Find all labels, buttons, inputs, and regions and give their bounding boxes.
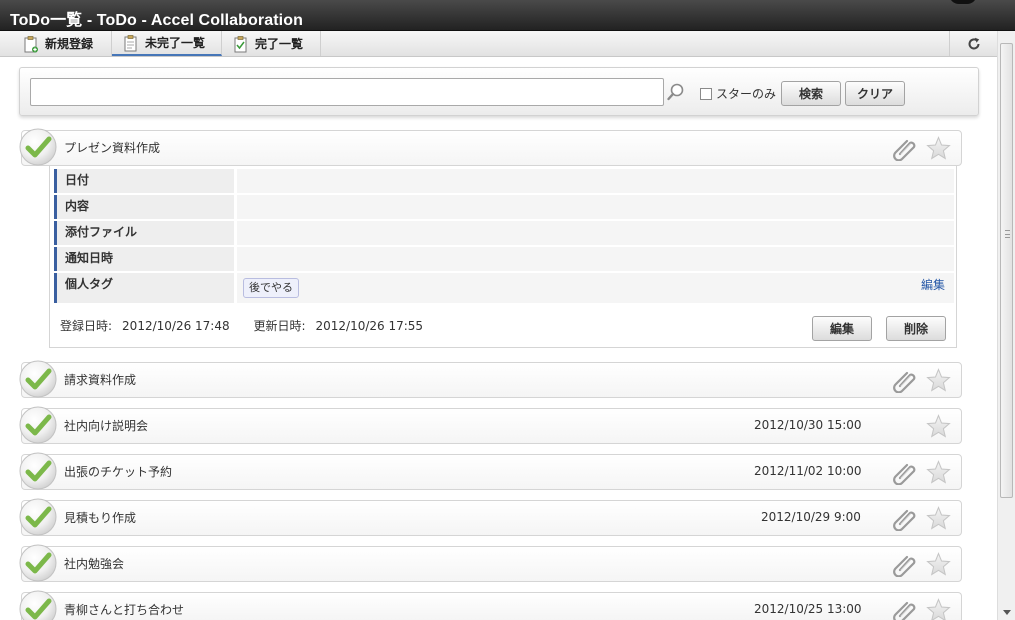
detail-row-date: 日付 xyxy=(54,169,954,193)
detail-value xyxy=(237,169,954,193)
tag-edit-link[interactable]: 編集 xyxy=(921,276,945,293)
created-value: 2012/10/26 17:48 xyxy=(122,319,230,333)
tab-complete[interactable]: 完了一覧 xyxy=(222,31,321,56)
complete-check-icon[interactable] xyxy=(18,497,58,537)
updated-label: 更新日時: xyxy=(253,319,306,333)
delete-button[interactable]: 削除 xyxy=(886,316,946,341)
detail-row-notify: 通知日時 xyxy=(54,247,954,271)
tab-label: 完了一覧 xyxy=(255,37,304,51)
complete-check-icon[interactable] xyxy=(18,543,58,583)
star-only-label: スターのみ xyxy=(716,87,777,101)
created-at: 登録日時: 2012/10/26 17:48 xyxy=(60,319,240,333)
complete-check-icon[interactable] xyxy=(18,359,58,399)
detail-label: 日付 xyxy=(54,169,234,193)
star-icon[interactable] xyxy=(926,506,951,531)
tab-bar: 新規登録 未完了一覧 完了一覧 xyxy=(0,31,997,57)
clipboard-plus-icon xyxy=(24,35,38,52)
tab-label: 新規登録 xyxy=(45,37,94,51)
window-title: ToDo一覧 - ToDo - Accel Collaboration xyxy=(10,12,303,29)
detail-row-attachment: 添付ファイル xyxy=(54,221,954,245)
timestamps: 登録日時: 2012/10/26 17:48 更新日時: 2012/10/26 17… xyxy=(60,317,443,334)
vertical-scrollbar[interactable] xyxy=(997,31,1015,620)
detail-row-content: 内容 xyxy=(54,195,954,219)
tab-label: 未完了一覧 xyxy=(145,36,206,50)
search-button[interactable]: 検索 xyxy=(781,81,841,106)
detail-label: 個人タグ xyxy=(54,273,234,303)
window-corner xyxy=(949,0,977,4)
clipboard-check-icon xyxy=(234,35,247,52)
todo-title[interactable]: 青柳さんと打ち合わせ xyxy=(64,601,184,618)
clear-button[interactable]: クリア xyxy=(845,81,905,106)
updated-at: 更新日時: 2012/10/26 17:55 xyxy=(253,319,433,333)
updated-value: 2012/10/26 17:55 xyxy=(315,319,424,333)
detail-label: 内容 xyxy=(54,195,234,219)
todo-title[interactable]: 見積もり作成 xyxy=(64,509,136,526)
detail-tags-value: 後でやる 編集 xyxy=(237,273,954,303)
todo-item[interactable]: 出張のチケット予約 2012/11/02 10:00 xyxy=(21,454,962,490)
edit-button[interactable]: 編集 xyxy=(812,316,872,341)
star-only-checkbox[interactable] xyxy=(700,87,712,100)
star-only-filter[interactable]: スターのみ xyxy=(700,85,776,102)
todo-date: 2012/10/25 13:00 xyxy=(754,602,862,616)
attachment-clip-icon[interactable] xyxy=(893,369,917,393)
todo-title[interactable]: 社内勉強会 xyxy=(64,555,124,572)
todo-date: 2012/11/02 10:00 xyxy=(754,464,862,478)
detail-value xyxy=(237,247,954,271)
refresh-icon xyxy=(968,37,979,49)
todo-item[interactable]: プレゼン資料作成 xyxy=(21,130,962,166)
clipboard-icon xyxy=(124,34,137,51)
attachment-clip-icon[interactable] xyxy=(893,461,917,485)
todo-item[interactable]: 青柳さんと打ち合わせ 2012/10/25 13:00 xyxy=(21,592,962,620)
personal-tag[interactable]: 後でやる xyxy=(243,278,299,298)
star-icon[interactable] xyxy=(926,136,951,161)
complete-check-icon[interactable] xyxy=(18,451,58,491)
todo-date: 2012/10/30 15:00 xyxy=(754,418,862,432)
todo-item[interactable]: 社内向け説明会 2012/10/30 15:00 xyxy=(21,408,962,444)
todo-detail-panel: 日付 内容 添付ファイル 通知日時 個人タグ 後でやる 編集 登録日時: 2012… xyxy=(49,166,957,348)
scroll-down-icon[interactable] xyxy=(1003,610,1011,615)
search-panel: スターのみ 検索 クリア xyxy=(19,67,979,116)
todo-title[interactable]: 出張のチケット予約 xyxy=(64,463,172,480)
star-icon[interactable] xyxy=(926,598,951,620)
detail-value xyxy=(237,221,954,245)
title-bar: ToDo一覧 - ToDo - Accel Collaboration xyxy=(0,0,1015,31)
todo-title[interactable]: 社内向け説明会 xyxy=(64,417,148,434)
todo-title[interactable]: プレゼン資料作成 xyxy=(64,139,160,156)
star-icon[interactable] xyxy=(926,552,951,577)
attachment-clip-icon[interactable] xyxy=(893,599,917,620)
todo-item[interactable]: 見積もり作成 2012/10/29 9:00 xyxy=(21,500,962,536)
refresh-button[interactable] xyxy=(949,31,997,56)
detail-value xyxy=(237,195,954,219)
complete-check-icon[interactable] xyxy=(18,405,58,445)
todo-item[interactable]: 請求資料作成 xyxy=(21,362,962,398)
search-icon[interactable] xyxy=(665,80,687,104)
attachment-clip-icon[interactable] xyxy=(893,507,917,531)
tab-incomplete[interactable]: 未完了一覧 xyxy=(112,31,222,56)
todo-item[interactable]: 社内勉強会 xyxy=(21,546,962,582)
todo-date: 2012/10/29 9:00 xyxy=(761,510,861,524)
star-icon[interactable] xyxy=(926,368,951,393)
detail-label: 添付ファイル xyxy=(54,221,234,245)
attachment-clip-icon[interactable] xyxy=(893,137,917,161)
complete-check-icon[interactable] xyxy=(18,589,58,620)
detail-label: 通知日時 xyxy=(54,247,234,271)
detail-row-tags: 個人タグ 後でやる 編集 xyxy=(54,273,954,303)
attachment-clip-icon[interactable] xyxy=(893,553,917,577)
scrollbar-thumb[interactable] xyxy=(1000,43,1013,498)
todo-title[interactable]: 請求資料作成 xyxy=(64,371,136,388)
star-icon[interactable] xyxy=(926,460,951,485)
star-icon[interactable] xyxy=(926,414,951,439)
tab-new[interactable]: 新規登録 xyxy=(12,31,112,56)
complete-check-icon[interactable] xyxy=(18,127,58,167)
created-label: 登録日時: xyxy=(60,319,113,333)
search-input[interactable] xyxy=(30,78,664,106)
grip-icon xyxy=(1005,230,1010,238)
